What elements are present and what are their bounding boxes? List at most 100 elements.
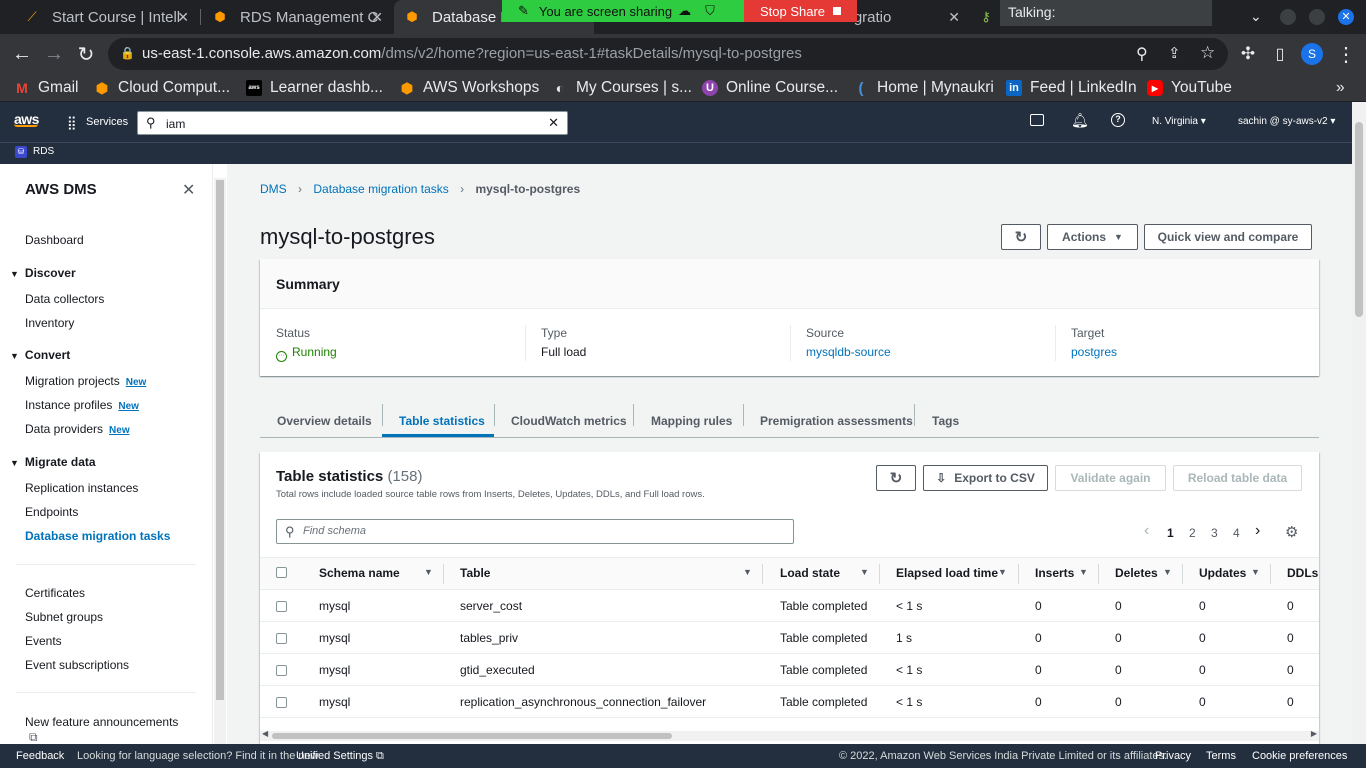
reload-table-data-button[interactable]: Reload table data: [1173, 465, 1302, 491]
close-window-button[interactable]: ✕: [1338, 9, 1354, 25]
col-inserts[interactable]: Inserts: [1035, 566, 1074, 580]
bookmark-aws-workshops[interactable]: ⬢ AWS Workshops: [399, 78, 539, 98]
aws-logo[interactable]: aws: [14, 111, 39, 127]
bookmark-youtube[interactable]: ▶ YouTube: [1147, 78, 1232, 98]
zoom-icon[interactable]: ⚲: [1136, 44, 1148, 64]
cloudshell-icon[interactable]: [1030, 114, 1044, 126]
tab-table-statistics[interactable]: Table statistics: [399, 414, 485, 428]
gear-icon[interactable]: ⚙: [1285, 523, 1298, 541]
actions-button[interactable]: Actions ▼: [1047, 224, 1138, 250]
close-icon[interactable]: ✕: [182, 180, 195, 200]
close-icon[interactable]: ✕: [371, 9, 383, 26]
sort-icon[interactable]: ▼: [998, 567, 1007, 577]
target-link[interactable]: postgres: [1071, 345, 1117, 359]
col-load-state[interactable]: Load state: [780, 566, 840, 580]
page-scroll-thumb[interactable]: [1355, 122, 1363, 317]
source-link[interactable]: mysqldb-source: [806, 345, 891, 359]
bookmark-learner-dashboard[interactable]: aws Learner dashb...: [246, 78, 383, 98]
sidebar-section-convert[interactable]: ▼ Convert: [10, 348, 70, 362]
browser-tab[interactable]: ⬢ RDS Management C ✕: [200, 0, 393, 34]
search-input[interactable]: ⚲ iam ✕: [137, 111, 568, 135]
col-ddls[interactable]: DDLs: [1287, 566, 1318, 580]
favorite-rds[interactable]: RDS: [33, 146, 54, 157]
scroll-left-icon[interactable]: ◀: [262, 729, 268, 738]
bookmark-cloud-computing[interactable]: ⬢ Cloud Comput...: [94, 78, 230, 98]
close-icon[interactable]: ✕: [177, 9, 189, 26]
find-schema-input[interactable]: ⚲ Find schema: [276, 519, 794, 544]
sidebar-scroll-thumb[interactable]: [216, 180, 224, 700]
tab-cloudwatch-metrics[interactable]: CloudWatch metrics: [511, 414, 627, 428]
services-menu[interactable]: Services: [86, 116, 128, 128]
chevron-down-icon[interactable]: ⌄: [1250, 8, 1262, 25]
refresh-table-button[interactable]: ↻: [876, 465, 916, 491]
back-icon[interactable]: ←: [10, 42, 34, 66]
col-schema-name[interactable]: Schema name: [319, 566, 400, 580]
quick-view-button[interactable]: Quick view and compare: [1144, 224, 1312, 250]
row-checkbox[interactable]: [276, 633, 287, 644]
clear-icon[interactable]: ✕: [548, 115, 559, 131]
export-csv-button[interactable]: ⇩ Export to CSV: [923, 465, 1048, 491]
bookmark-mynaukri[interactable]: (Home | Mynaukri: [853, 78, 994, 98]
bell-icon[interactable]: 🔔︎: [1071, 112, 1089, 129]
sidebar-item-migration-projects[interactable]: Migration projects New: [25, 374, 146, 388]
maximize-button[interactable]: [1309, 9, 1325, 25]
table-row[interactable]: mysql tables_priv Table completed 1 s 0 …: [260, 621, 1319, 653]
sidebar-item-data-providers[interactable]: Data providers New: [25, 422, 130, 436]
more-menu-icon[interactable]: ⋮: [1334, 42, 1358, 66]
refresh-button[interactable]: ↻: [1001, 224, 1041, 250]
bookmark-online-course[interactable]: U Online Course...: [702, 78, 838, 98]
col-updates[interactable]: Updates: [1199, 566, 1246, 580]
share-icon[interactable]: ⇪: [1168, 44, 1181, 62]
breadcrumb-tasks[interactable]: Database migration tasks: [313, 182, 448, 196]
privacy-link[interactable]: Privacy: [1155, 750, 1191, 762]
tab-mapping-rules[interactable]: Mapping rules: [651, 414, 732, 428]
sidebar-item-instance-profiles[interactable]: Instance profiles New: [25, 398, 139, 412]
sidebar-item-dashboard[interactable]: Dashboard: [25, 233, 84, 247]
sort-icon[interactable]: ▼: [424, 567, 433, 577]
sidebar-item-inventory[interactable]: Inventory: [25, 316, 74, 330]
table-scroll-thumb[interactable]: [272, 733, 672, 739]
bookmark-linkedin[interactable]: in Feed | LinkedIn: [1006, 78, 1137, 98]
bookmarks-overflow-icon[interactable]: »: [1336, 78, 1345, 98]
col-table[interactable]: Table: [460, 566, 490, 580]
sidebar-item-data-collectors[interactable]: Data collectors: [25, 292, 104, 306]
bookmark-gmail[interactable]: M Gmail: [14, 78, 78, 98]
prev-page-icon[interactable]: ‹: [1144, 522, 1149, 540]
cookie-preferences-link[interactable]: Cookie preferences: [1252, 750, 1347, 762]
table-row[interactable]: mysql gtid_executed Table completed < 1 …: [260, 653, 1319, 685]
row-checkbox[interactable]: [276, 601, 287, 612]
page-2[interactable]: 2: [1189, 526, 1196, 540]
table-row[interactable]: mysql server_cost Table completed < 1 s …: [260, 589, 1319, 621]
bookmark-my-courses[interactable]: ◐ My Courses | s...: [552, 78, 692, 98]
forward-icon[interactable]: →: [42, 42, 66, 66]
select-all-checkbox[interactable]: [276, 567, 287, 578]
row-checkbox[interactable]: [276, 665, 287, 676]
breadcrumb-dms[interactable]: DMS: [260, 182, 287, 196]
tab-overview-details[interactable]: Overview details: [277, 414, 372, 428]
sidebar-item-events[interactable]: Events: [25, 634, 62, 648]
feedback-link[interactable]: Feedback: [16, 750, 64, 762]
sidebar-section-discover[interactable]: ▼ Discover: [10, 266, 76, 280]
validate-again-button[interactable]: Validate again: [1055, 465, 1166, 491]
reload-icon[interactable]: ↻: [74, 42, 98, 66]
col-deletes[interactable]: Deletes: [1115, 566, 1158, 580]
minimize-button[interactable]: [1280, 9, 1296, 25]
grid-icon[interactable]: ⣿: [67, 115, 77, 131]
sort-icon[interactable]: ▼: [1163, 567, 1172, 577]
account-menu[interactable]: sachin @ sy-aws-v2 ▾: [1238, 116, 1335, 127]
terms-link[interactable]: Terms: [1206, 750, 1236, 762]
sidebar-item-event-subscriptions[interactable]: Event subscriptions: [25, 658, 129, 672]
side-panel-icon[interactable]: ▯: [1268, 42, 1292, 66]
stop-share-button[interactable]: Stop Share: [744, 0, 857, 22]
extensions-icon[interactable]: ✣: [1236, 42, 1260, 66]
table-row[interactable]: mysql replication_asynchronous_connectio…: [260, 685, 1319, 717]
scroll-right-icon[interactable]: ▶: [1311, 729, 1317, 738]
browser-tab[interactable]: ⚷: [972, 0, 996, 34]
region-selector[interactable]: N. Virginia ▾: [1152, 116, 1206, 127]
sidebar-section-migrate-data[interactable]: ▼ Migrate data: [10, 455, 96, 469]
tab-premigration-assessments[interactable]: Premigration assessments: [760, 414, 913, 428]
row-checkbox[interactable]: [276, 697, 287, 708]
page-1[interactable]: 1: [1167, 526, 1174, 540]
help-icon[interactable]: ?: [1111, 113, 1125, 127]
sidebar-item-announcements[interactable]: New feature announcements: [25, 715, 178, 729]
